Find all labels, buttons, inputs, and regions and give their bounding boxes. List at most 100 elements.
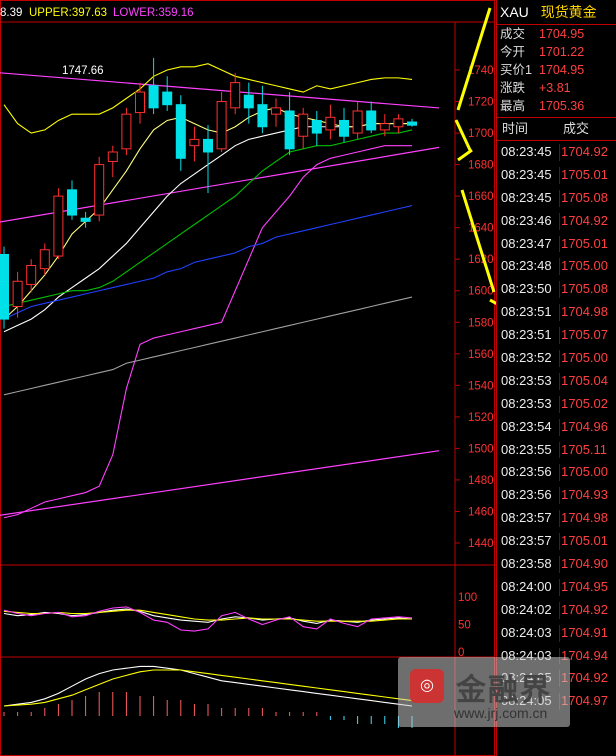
trendline bbox=[0, 450, 440, 516]
y-tick-label: 1580 bbox=[468, 317, 494, 329]
watermark: ◎ 金融界 www.jrj.com.cn bbox=[398, 657, 570, 727]
candle-body bbox=[39, 249, 50, 270]
trade-time: 08:23:45 bbox=[501, 144, 552, 159]
trade-row: 08:23:56 1705.00 bbox=[497, 461, 616, 484]
trade-time: 08:24:03 bbox=[501, 624, 552, 640]
trade-row: 08:23:51 1704.98 bbox=[497, 301, 616, 324]
y-tick-label: 1440 bbox=[468, 538, 494, 550]
quote-row: 今开 1701.22 bbox=[497, 43, 616, 61]
candle-body bbox=[162, 91, 173, 106]
trade-row: 08:23:52 1705.00 bbox=[497, 347, 616, 370]
candle-body bbox=[311, 119, 322, 134]
trade-row: 08:23:45 1704.92 bbox=[497, 141, 616, 164]
quote-panel: XAU 现货黄金 成交 1704.95 今开 1701.22 买价1 1704.95 涨跌 +… bbox=[496, 0, 616, 756]
candle-body bbox=[366, 110, 377, 131]
candle-body bbox=[325, 116, 336, 131]
trade-time: 08:23:56 bbox=[501, 487, 552, 503]
candle-body bbox=[379, 123, 390, 131]
trade-time: 08:23:51 bbox=[501, 304, 552, 320]
y-tick-label: 1480 bbox=[468, 475, 494, 487]
trade-time: 08:23:57 bbox=[501, 533, 552, 549]
osc-line bbox=[3, 606, 413, 632]
candle-body bbox=[53, 195, 64, 257]
quote-label: 买价1 bbox=[500, 63, 532, 77]
trade-row: 08:23:45 1705.01 bbox=[497, 164, 616, 187]
legend-lower: LOWER:359.16 bbox=[113, 7, 194, 19]
trade-price: 1705.08 bbox=[561, 189, 608, 205]
trade-time: 08:23:54 bbox=[501, 418, 552, 434]
chart-canvas[interactable]: 8.39 UPPER:397.63 LOWER:359.16174017201700… bbox=[0, 0, 496, 756]
trade-row: 08:24:03 1704.91 bbox=[497, 622, 616, 645]
trade-row: 08:23:50 1705.08 bbox=[497, 278, 616, 301]
trade-time: 08:23:45 bbox=[501, 166, 552, 182]
candle-body bbox=[12, 280, 23, 308]
trade-row: 08:24:00 1704.95 bbox=[497, 576, 616, 599]
trade-row: 08:23:53 1705.02 bbox=[497, 393, 616, 416]
trade-price: 1705.01 bbox=[561, 235, 608, 251]
symbol-label: XAU bbox=[500, 4, 529, 20]
trade-row: 08:23:48 1705.00 bbox=[497, 255, 616, 278]
y-tick-label: 1680 bbox=[468, 160, 494, 172]
trade-price: 1704.98 bbox=[561, 304, 608, 320]
trade-price: 1704.95 bbox=[561, 578, 608, 594]
trade-price: 1705.07 bbox=[561, 327, 608, 343]
candle-body bbox=[135, 91, 145, 114]
trade-time: 08:23:55 bbox=[501, 441, 552, 457]
trade-time: 08:23:50 bbox=[501, 281, 552, 297]
trade-time: 08:23:53 bbox=[501, 372, 552, 388]
candle-body bbox=[298, 113, 309, 137]
watermark-logo-icon: ◎ bbox=[410, 669, 444, 703]
arrow-annotation bbox=[456, 7, 492, 111]
quote-row: 涨跌 +3.81 bbox=[497, 79, 616, 97]
candle-body bbox=[148, 85, 159, 109]
trade-list[interactable]: 08:23:45 1704.92 08:23:45 1705.01 08:23:45 17… bbox=[497, 141, 616, 713]
y-tick-label: 1520 bbox=[468, 412, 494, 424]
boll_lower-line bbox=[3, 145, 412, 519]
trade-row: 08:23:58 1704.90 bbox=[497, 553, 616, 576]
y-tick-label: 1660 bbox=[468, 191, 494, 203]
trade-time: 08:23:51 bbox=[501, 327, 552, 343]
quote-value: 1701.22 bbox=[539, 45, 585, 59]
chart-area[interactable]: 8.39 UPPER:397.63 LOWER:359.16 1740 1720 1700… bbox=[0, 0, 496, 756]
trade-row: 08:23:57 1704.98 bbox=[497, 507, 616, 530]
y-tick-label: 1560 bbox=[468, 349, 494, 361]
quote-title: XAU 现货黄金 bbox=[497, 0, 616, 25]
trade-price: 1705.01 bbox=[561, 533, 608, 549]
trade-time: 08:23:45 bbox=[501, 189, 552, 205]
trade-row: 08:23:56 1704.93 bbox=[497, 484, 616, 507]
quote-summary: 成交 1704.95 今开 1701.22 买价1 1704.95 涨跌 +3.81 最高 170… bbox=[497, 25, 616, 115]
candle-body bbox=[26, 265, 37, 285]
trade-row: 08:23:45 1705.08 bbox=[497, 187, 616, 210]
quote-row: 买价1 1704.95 bbox=[497, 61, 616, 79]
trade-row: 08:23:51 1705.07 bbox=[497, 324, 616, 347]
ma-line bbox=[3, 205, 413, 320]
quote-label: 今开 bbox=[500, 45, 526, 59]
osc-line bbox=[3, 609, 412, 622]
trades-header-price: 成交 bbox=[563, 121, 590, 136]
trade-price: 1704.90 bbox=[561, 556, 608, 572]
trade-price: 1705.11 bbox=[561, 441, 608, 457]
trade-row: 08:24:02 1704.92 bbox=[497, 599, 616, 622]
y-tick-label: 1500 bbox=[468, 443, 494, 455]
candle-body bbox=[80, 217, 91, 222]
candle-body bbox=[94, 164, 105, 216]
trade-time: 08:23:52 bbox=[501, 350, 552, 366]
y-tick-label: 1720 bbox=[468, 97, 494, 109]
candle-body bbox=[216, 101, 227, 150]
quote-label: 涨跌 bbox=[500, 81, 526, 95]
trade-price: 1705.04 bbox=[561, 372, 608, 388]
candle-body bbox=[230, 82, 241, 109]
trade-price: 1704.92 bbox=[561, 144, 608, 159]
quote-value: 1704.95 bbox=[539, 27, 585, 41]
trade-price: 1705.08 bbox=[561, 281, 608, 297]
candle-body bbox=[339, 119, 349, 137]
osc-tick-label: 50 bbox=[458, 620, 471, 632]
trade-price: 1704.98 bbox=[561, 510, 608, 526]
trade-time: 08:23:46 bbox=[501, 212, 552, 228]
trade-price: 1705.01 bbox=[561, 166, 608, 182]
candle-body bbox=[407, 121, 417, 126]
macd-line bbox=[3, 669, 413, 707]
trade-price: 1704.96 bbox=[561, 418, 608, 434]
watermark-url: www.jrj.com.cn bbox=[454, 705, 548, 721]
y-tick-label: 1620 bbox=[468, 254, 494, 266]
